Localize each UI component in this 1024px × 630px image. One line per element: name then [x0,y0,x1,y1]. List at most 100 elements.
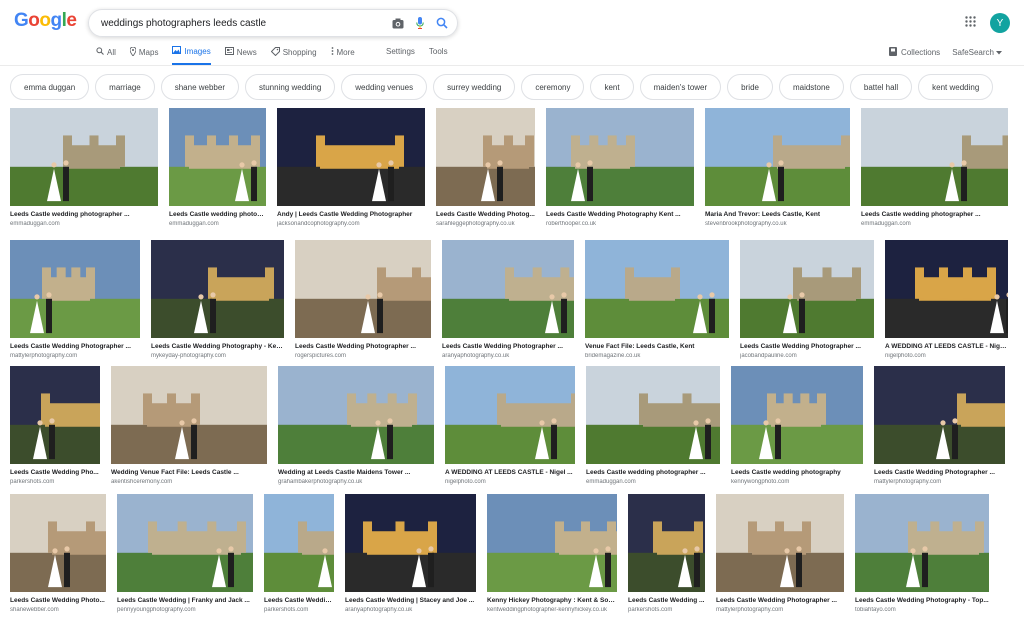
related-search-chip[interactable]: kent wedding [918,74,994,100]
image-thumbnail[interactable] [264,494,334,592]
settings-link[interactable]: Settings [386,47,415,56]
image-thumbnail[interactable] [885,240,1008,338]
related-search-chip[interactable]: ceremony [521,74,585,100]
apps-grid-icon[interactable] [965,14,976,32]
tab-maps[interactable]: Maps [129,46,158,65]
image-result[interactable]: Leeds Castle Wedding Photography - Top..… [855,494,989,613]
image-thumbnail[interactable] [10,494,106,592]
image-result[interactable]: Leeds Castle Wedding Photographer ... mat… [874,366,1005,485]
collections-link[interactable]: Collections [889,47,940,58]
image-result[interactable]: Leeds Castle wedding photography kennywon… [731,366,863,485]
image-thumbnail[interactable] [874,366,1005,464]
tab-shopping[interactable]: Shopping [270,46,317,65]
image-result[interactable]: Leeds Castle wedding photog... emmaduggan… [169,108,266,227]
camera-icon[interactable] [389,14,407,32]
image-result[interactable]: Leeds Castle Wedding Photographer ... ara… [442,240,574,359]
image-result-title[interactable]: Leeds Castle Wedding Photographer ... [874,469,1005,476]
image-thumbnail[interactable] [445,366,575,464]
microphone-icon[interactable] [411,14,429,32]
image-result-title[interactable]: Venue Fact File: Leeds Castle, Kent [585,343,729,350]
image-thumbnail[interactable] [855,494,989,592]
related-search-chip[interactable]: marriage [95,74,155,100]
image-thumbnail[interactable] [295,240,431,338]
image-result-title[interactable]: Leeds Castle Wedding Photography - Kent.… [151,343,284,350]
image-result-title[interactable]: Leeds Castle Wedding Photographer ... [716,597,844,604]
image-result-title[interactable]: Leeds Castle wedding photographer ... [861,211,1008,218]
account-avatar[interactable]: Y [990,13,1010,33]
image-thumbnail[interactable] [716,494,844,592]
search-icon[interactable] [433,14,451,32]
image-result-title[interactable]: Leeds Castle Wedding Photo... [10,597,106,604]
image-result-title[interactable]: Kenny Hickey Photography : Kent & Sout..… [487,597,617,604]
image-result[interactable]: Leeds Castle Wedding ... parkershots.com [628,494,705,613]
image-result-title[interactable]: Maria And Trevor: Leeds Castle, Kent [705,211,850,218]
image-thumbnail[interactable] [436,108,535,206]
image-result-title[interactable]: Wedding at Leeds Castle Maidens Tower ..… [278,469,434,476]
google-logo[interactable]: Google [14,10,77,32]
image-result[interactable]: Leeds Castle wedding photographer ... emm… [10,108,158,227]
image-thumbnail[interactable] [117,494,253,592]
image-thumbnail[interactable] [861,108,1008,206]
image-result[interactable]: Andy | Leeds Castle Wedding Photographer… [277,108,425,227]
image-result[interactable]: Leeds Castle wedding photographer ... emm… [586,366,720,485]
image-result[interactable]: Leeds Castle Wedding Photographer ... mat… [716,494,844,613]
tools-link[interactable]: Tools [429,47,448,56]
image-result[interactable]: Wedding at Leeds Castle Maidens Tower ..… [278,366,434,485]
image-result[interactable]: A WEDDING AT LEEDS CASTLE - Nigel... nige… [885,240,1008,359]
image-result-title[interactable]: Wedding Venue Fact File: Leeds Castle ..… [111,469,267,476]
image-thumbnail[interactable] [278,366,434,464]
image-result[interactable]: Leeds Castle Wedding Photo... shanewebber… [10,494,106,613]
image-result-title[interactable]: Leeds Castle Wedding ... [264,597,334,604]
image-result[interactable]: Leeds Castle Wedding | Stacey and Joe ..… [345,494,476,613]
image-result[interactable]: Leeds Castle Wedding Photographer ... rog… [295,240,431,359]
image-thumbnail[interactable] [10,108,158,206]
image-result-title[interactable]: Leeds Castle Wedding ... [628,597,705,604]
tab-all[interactable]: All [96,47,116,65]
image-thumbnail[interactable] [111,366,267,464]
image-result-title[interactable]: Leeds Castle wedding photographer ... [586,469,720,476]
image-thumbnail[interactable] [585,240,729,338]
image-thumbnail[interactable] [10,366,100,464]
image-result-title[interactable]: Leeds Castle Wedding Photographer ... [295,343,431,350]
image-result-title[interactable]: A WEDDING AT LEEDS CASTLE - Nigel... [885,343,1008,350]
image-thumbnail[interactable] [740,240,874,338]
related-search-chip[interactable]: stunning wedding [245,74,336,100]
image-result-title[interactable]: Leeds Castle Wedding | Franky and Jack .… [117,597,253,604]
image-thumbnail[interactable] [586,366,720,464]
image-result[interactable]: Leeds Castle Wedding Photographer ... mat… [10,240,140,359]
image-thumbnail[interactable] [151,240,284,338]
related-search-chip[interactable]: maidstone [778,74,844,100]
related-search-chip[interactable]: kent [590,74,634,100]
tab-more[interactable]: More [331,47,355,65]
image-result-title[interactable]: Leeds Castle Wedding | Stacey and Joe ..… [345,597,476,604]
tab-images[interactable]: Images [172,46,211,65]
related-search-chip[interactable]: emma duggan [10,74,90,100]
image-result-title[interactable]: Leeds Castle wedding photog... [169,211,266,218]
image-result[interactable]: Leeds Castle Wedding | Franky and Jack .… [117,494,253,613]
tab-news[interactable]: News [224,47,257,65]
image-result-title[interactable]: Leeds Castle wedding photography [731,469,863,476]
image-result-title[interactable]: Leeds Castle Wedding Photog... [436,211,535,218]
image-result[interactable]: Venue Fact File: Leeds Castle, Kent bride… [585,240,729,359]
image-result-title[interactable]: Leeds Castle Wedding Pho... [10,469,100,476]
image-result[interactable]: Leeds Castle Wedding Photography - Kent.… [151,240,284,359]
image-result[interactable]: Kenny Hickey Photography : Kent & Sout..… [487,494,617,613]
image-result[interactable]: Wedding Venue Fact File: Leeds Castle ..… [111,366,267,485]
image-result[interactable]: Leeds Castle wedding photographer ... emm… [861,108,1008,227]
image-result-title[interactable]: Leeds Castle Wedding Photography - Top..… [855,597,989,604]
safesearch-menu[interactable]: SafeSearch [952,48,1002,57]
related-search-chip[interactable]: bride [727,74,773,100]
related-search-chip[interactable]: maiden's tower [639,74,722,100]
image-result-title[interactable]: Andy | Leeds Castle Wedding Photographer [277,211,425,218]
image-result-title[interactable]: Leeds Castle Wedding Photographer ... [442,343,574,350]
related-search-chip[interactable]: shane webber [160,74,239,100]
image-thumbnail[interactable] [487,494,617,592]
image-thumbnail[interactable] [345,494,476,592]
image-thumbnail[interactable] [277,108,425,206]
image-thumbnail[interactable] [705,108,850,206]
image-result-title[interactable]: Leeds Castle Wedding Photography Kent ..… [546,211,694,218]
related-search-chip[interactable]: wedding venues [341,74,428,100]
image-thumbnail[interactable] [546,108,694,206]
image-result-title[interactable]: Leeds Castle Wedding Photographer ... [740,343,874,350]
image-result[interactable]: Maria And Trevor: Leeds Castle, Kent stev… [705,108,850,227]
